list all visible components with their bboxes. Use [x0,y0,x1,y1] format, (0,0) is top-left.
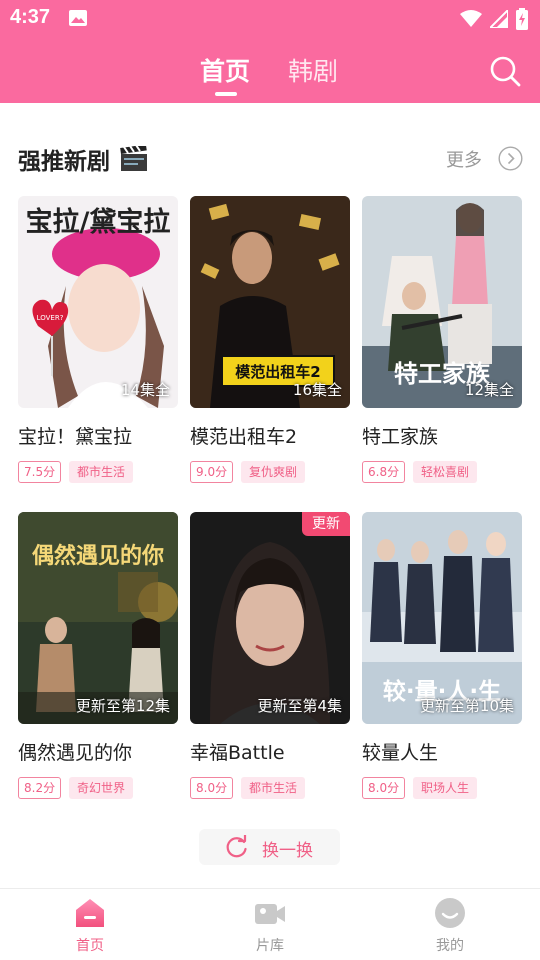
more-link[interactable]: 更多 [446,146,482,172]
nav-home-label: 首页 [76,938,104,954]
drama-poster[interactable]: 较·量·人·生 更新至第10集 [362,512,522,724]
profile-icon [435,898,465,928]
nav-library-label: 片库 [256,938,284,954]
wifi-icon [460,10,482,27]
genre-tag: 轻松喜剧 [413,461,478,483]
image-notification-icon [69,10,87,26]
drama-poster[interactable]: LOVER? 宝拉/黛宝拉 14集全 [18,196,178,408]
home-icon [76,899,104,927]
tab-kdrama[interactable]: 韩剧 [288,52,338,88]
genre-tag: 复仇爽剧 [241,461,306,483]
poster-image: 特工家族 [362,196,522,408]
poster-title-text: 偶然遇见的你 [31,544,164,569]
score-tag: 7.5分 [18,461,62,483]
cell-signal-icon [490,10,508,28]
episode-label: 14集全 [120,381,170,399]
drama-title[interactable]: 宝拉！黛宝拉 [18,422,132,449]
refresh-icon [226,835,247,858]
genre-tag: 奇幻世界 [69,777,134,799]
poster-image [190,512,350,724]
drama-poster[interactable]: 模范出租车2 16集全 [190,196,350,408]
section-title: 强推新剧 [18,149,110,175]
chevron-right-icon[interactable] [498,146,523,171]
drama-title[interactable]: 特工家族 [362,422,438,449]
episode-label: 更新至第10集 [419,697,514,715]
drama-title[interactable]: 偶然遇见的你 [18,738,132,765]
score-tag: 8.2分 [18,777,62,799]
score-tag: 8.0分 [362,777,406,799]
video-library-icon [255,904,285,924]
refresh-label: 换一换 [262,841,313,861]
bottom-navigation: 首页 片库 我的 [0,888,540,960]
genre-tag: 都市生活 [241,777,306,799]
drama-title[interactable]: 模范出租车2 [190,422,297,449]
drama-card[interactable]: 模范出租车2 16集全 模范出租车2 9.0分 复仇爽剧 [190,196,350,483]
search-icon[interactable] [488,54,522,88]
drama-title[interactable]: 幸福Battle [190,738,285,765]
episode-label: 16集全 [292,381,342,399]
episode-label: 更新至第12集 [75,697,170,715]
episode-label: 更新至第4集 [257,697,342,715]
drama-poster[interactable]: 偶然遇见的你 更新至第12集 [18,512,178,724]
battery-icon [516,8,528,30]
nav-profile-label: 我的 [436,938,464,954]
drama-card[interactable]: LOVER? 宝拉/黛宝拉 14集全 宝拉！黛宝拉 7.5分 都市生活 [18,196,178,483]
drama-card[interactable]: 偶然遇见的你 更新至第12集 偶然遇见的你 8.2分 奇幻世界 [18,512,178,799]
drama-poster[interactable]: 特工家族 12集全 [362,196,522,408]
score-tag: 6.8分 [362,461,406,483]
score-tag: 9.0分 [190,461,234,483]
genre-tag: 职场人生 [413,777,478,799]
nav-home[interactable]: 首页 [30,889,150,960]
poster-title-text: 宝拉/黛宝拉 [25,207,171,238]
tab-home[interactable]: 首页 [200,52,250,88]
clapperboard-icon [120,146,147,171]
drama-card[interactable]: 较·量·人·生 更新至第10集 较量人生 8.0分 职场人生 [362,512,522,799]
nav-library[interactable]: 片库 [210,889,330,960]
svg-text:LOVER?: LOVER? [37,314,64,322]
refresh-button[interactable]: 换一换 [199,829,340,865]
top-header: 首页 韩剧 [0,40,540,103]
score-tag: 8.0分 [190,777,234,799]
drama-card[interactable]: 特工家族 12集全 特工家族 6.8分 轻松喜剧 [362,196,522,483]
drama-title[interactable]: 较量人生 [362,738,438,765]
update-badge: 更新 [302,512,350,536]
active-tab-indicator [215,92,237,96]
poster-image: 模范出租车2 [190,196,350,408]
genre-tag: 都市生活 [69,461,134,483]
episode-label: 12集全 [464,381,514,399]
drama-poster[interactable]: 更新 更新至第4集 [190,512,350,724]
nav-profile[interactable]: 我的 [390,889,510,960]
drama-card[interactable]: 更新 更新至第4集 幸福Battle 8.0分 都市生活 [190,512,350,799]
status-bar: 4:37 [0,0,540,40]
status-time: 4:37 [10,6,51,28]
